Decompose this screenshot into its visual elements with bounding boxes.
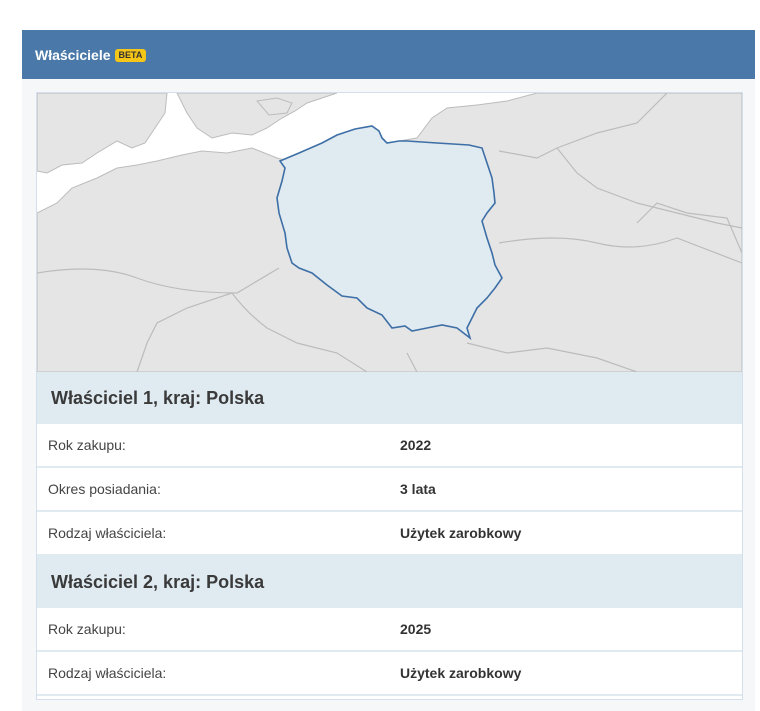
row-label: Rok zakupu: xyxy=(48,621,126,637)
panel-header: Właściciele BETA xyxy=(22,30,755,79)
row-label: Rodzaj właściciela: xyxy=(48,665,167,681)
owners-panel: Właściciele BETA Właściciel 1, kraj: Pol… xyxy=(22,30,755,711)
row-label: Rodzaj właściciela: xyxy=(48,525,167,541)
owner-1-header: Właściciel 1, kraj: Polska xyxy=(37,372,742,424)
beta-badge: BETA xyxy=(114,49,147,62)
country-map[interactable] xyxy=(37,93,742,372)
row-label: Rok zakupu: xyxy=(48,437,126,453)
owner-2-row-purchase-year: Rok zakupu: 2025 xyxy=(37,608,742,652)
owner-1-row-owner-type: Rodzaj właściciela: Użytek zarobkowy xyxy=(37,512,742,556)
row-value: 2022 xyxy=(400,437,432,453)
owner-2-header: Właściciel 2, kraj: Polska xyxy=(37,556,742,608)
row-value: Użytek zarobkowy xyxy=(400,525,522,541)
row-value: 3 lata xyxy=(400,481,436,497)
owner-1-title: Właściciel 1, kraj: Polska xyxy=(51,387,265,408)
owner-1-row-purchase-year: Rok zakupu: 2022 xyxy=(37,424,742,468)
owner-1-row-ownership-period: Okres posiadania: 3 lata xyxy=(37,468,742,512)
row-value: 2025 xyxy=(400,621,432,637)
owners-card: Właściciel 1, kraj: Polska Rok zakupu: 2… xyxy=(36,92,743,700)
owner-2-title: Właściciel 2, kraj: Polska xyxy=(51,571,265,592)
row-label: Okres posiadania: xyxy=(48,481,161,497)
owner-2-row-owner-type: Rodzaj właściciela: Użytek zarobkowy xyxy=(37,652,742,696)
panel-title: Właściciele xyxy=(35,46,111,63)
row-value: Użytek zarobkowy xyxy=(400,665,522,681)
map-svg xyxy=(37,93,742,372)
